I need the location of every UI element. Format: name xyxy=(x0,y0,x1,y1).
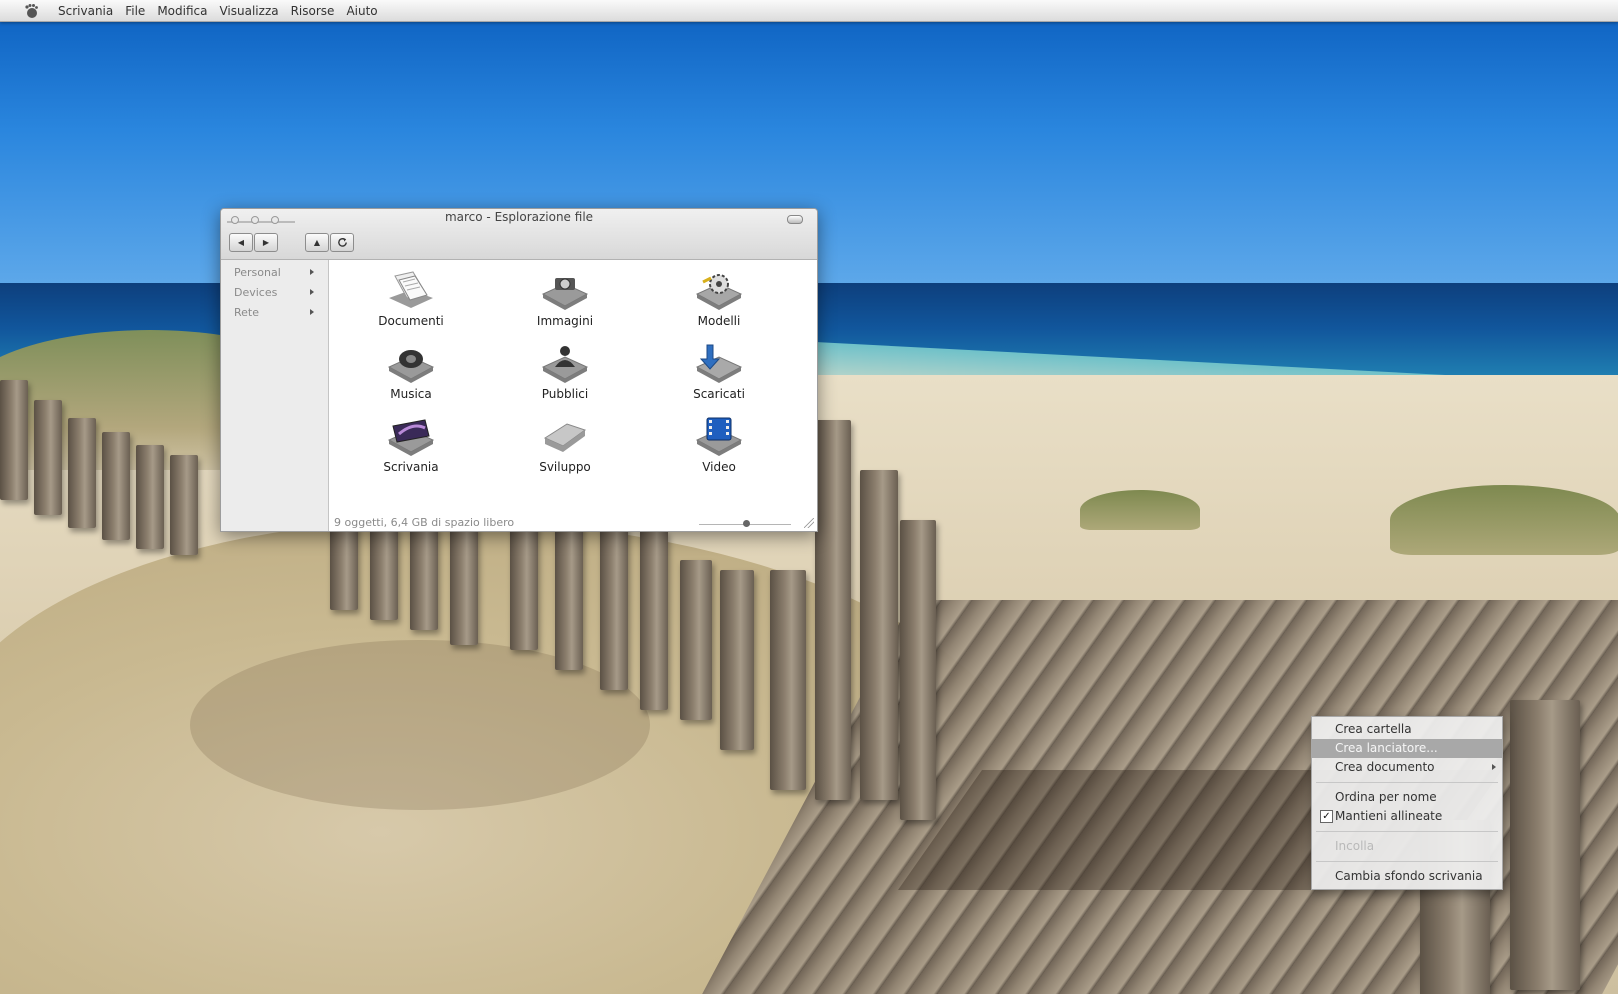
checkbox-checked-icon[interactable]: ✓ xyxy=(1320,810,1333,823)
fence-board xyxy=(860,470,898,800)
menu-item-crea-cartella[interactable]: Crea cartella xyxy=(1312,720,1502,739)
videos-folder-icon xyxy=(693,414,745,458)
grass xyxy=(1390,485,1618,555)
menu-item-incolla: Incolla xyxy=(1335,839,1375,853)
file-item-label: Documenti xyxy=(378,314,444,328)
menu-item-label: Crea documento xyxy=(1335,760,1435,774)
fence-board xyxy=(600,525,628,690)
file-item-video[interactable]: Video xyxy=(654,414,784,484)
sidebar-item-devices[interactable]: Devices xyxy=(221,282,328,302)
reload-icon xyxy=(337,237,347,247)
fence-board xyxy=(720,570,754,750)
file-item-label: Musica xyxy=(390,387,432,401)
menu-item-crea-documento[interactable]: Crea documento xyxy=(1312,758,1502,777)
sidebar-item-rete[interactable]: Rete xyxy=(221,302,328,322)
fence-board xyxy=(815,420,851,800)
pictures-folder-icon xyxy=(539,268,591,312)
fence-board xyxy=(450,525,478,645)
fence-board xyxy=(102,432,130,540)
status-text: 9 oggetti, 6,4 GB di spazio libero xyxy=(334,516,515,529)
file-item-pubblici[interactable]: Pubblici xyxy=(500,341,630,411)
fence-board xyxy=(68,418,96,528)
menu-separator xyxy=(1316,782,1498,783)
menu-scrivania[interactable]: Scrivania xyxy=(58,4,113,18)
menu-risorse[interactable]: Risorse xyxy=(291,4,335,18)
menu-visualizza[interactable]: Visualizza xyxy=(219,4,278,18)
window-title: marco - Esplorazione file xyxy=(444,210,594,224)
back-button[interactable]: ◀ xyxy=(229,233,253,252)
expand-arrow-icon[interactable] xyxy=(310,269,314,275)
file-item-sviluppo[interactable]: Sviluppo xyxy=(500,414,630,484)
fence-board xyxy=(370,525,398,620)
submenu-arrow-icon xyxy=(1492,764,1496,770)
menu-item-crea-lanciatore[interactable]: Crea lanciatore... xyxy=(1312,739,1502,758)
file-item-label: Video xyxy=(702,460,736,474)
menu-aiuto[interactable]: Aiuto xyxy=(346,4,377,18)
file-item-label: Immagini xyxy=(536,314,594,328)
menu-separator xyxy=(1316,861,1498,862)
fence-board xyxy=(170,455,198,555)
sidebar-item-label: Rete xyxy=(234,305,259,319)
music-folder-icon xyxy=(385,341,437,385)
fence-board xyxy=(640,530,668,710)
top-panel: Scrivania File Modifica Visualizza Risor… xyxy=(0,0,1618,22)
up-button[interactable]: ▲ xyxy=(305,233,329,252)
fence-board xyxy=(1510,700,1580,990)
downloads-folder-icon xyxy=(693,341,745,385)
sidebar-item-label: Devices xyxy=(234,285,278,299)
fence-board xyxy=(680,560,712,720)
file-item-documenti[interactable]: Documenti xyxy=(346,268,476,338)
folder-icon xyxy=(539,414,591,458)
menu-item-ordina-per-nome[interactable]: Ordina per nome xyxy=(1312,788,1502,807)
documents-folder-icon xyxy=(385,268,437,312)
resize-grip-icon[interactable] xyxy=(804,518,814,528)
fence-board xyxy=(330,520,358,610)
file-item-label: Scaricati xyxy=(693,387,745,401)
menu-file[interactable]: File xyxy=(125,4,145,18)
grass xyxy=(1080,490,1200,530)
fence-board xyxy=(136,445,164,549)
menu-modifica[interactable]: Modifica xyxy=(157,4,207,18)
file-item-scaricati[interactable]: Scaricati xyxy=(654,341,784,411)
menu-item-label: Mantieni allineate xyxy=(1335,809,1443,823)
desktop-context-menu: Crea cartella Crea lanciatore... Crea do… xyxy=(1311,716,1503,890)
expand-arrow-icon[interactable] xyxy=(310,289,314,295)
forward-button[interactable]: ▶ xyxy=(254,233,278,252)
menu-item-cambia-sfondo[interactable]: Cambia sfondo scrivania xyxy=(1312,867,1502,886)
templates-folder-icon xyxy=(693,268,745,312)
file-manager-window: marco - Esplorazione file ◀ ▶ ▲ Personal… xyxy=(220,208,818,532)
file-view[interactable]: Documenti Immagini Modelli Musica Pubbli… xyxy=(329,260,817,531)
file-item-label: Pubblici xyxy=(541,387,589,401)
fence-board xyxy=(900,520,936,820)
expand-arrow-icon[interactable] xyxy=(310,309,314,315)
sidebar-item-personal[interactable]: Personal xyxy=(221,262,328,282)
sidebar: Personal Devices Rete xyxy=(221,260,329,531)
sidebar-item-label: Personal xyxy=(234,265,281,279)
menu-item-mantieni-allineate[interactable]: ✓ Mantieni allineate xyxy=(1312,807,1502,826)
public-folder-icon xyxy=(539,341,591,385)
file-item-scrivania[interactable]: Scrivania xyxy=(346,414,476,484)
menu-separator xyxy=(1316,831,1498,832)
zoom-slider-thumb[interactable] xyxy=(743,520,750,527)
file-item-label: Scrivania xyxy=(383,460,439,474)
file-item-modelli[interactable]: Modelli xyxy=(654,268,784,338)
reload-button[interactable] xyxy=(330,233,354,252)
titlebar[interactable]: marco - Esplorazione file ◀ ▶ ▲ xyxy=(221,209,817,260)
toolbar-toggle-button[interactable] xyxy=(787,215,803,224)
fence-board xyxy=(34,400,62,515)
fence-board xyxy=(770,570,806,790)
fence-board xyxy=(510,520,538,650)
file-item-musica[interactable]: Musica xyxy=(346,341,476,411)
fence-board xyxy=(555,520,583,670)
file-item-immagini[interactable]: Immagini xyxy=(500,268,630,338)
file-item-label: Sviluppo xyxy=(539,460,591,474)
fence-board xyxy=(410,525,438,630)
fence-board xyxy=(0,380,28,500)
file-item-label: Modelli xyxy=(697,314,741,328)
gnome-foot-icon[interactable] xyxy=(20,3,42,19)
desktop-folder-icon xyxy=(385,414,437,458)
